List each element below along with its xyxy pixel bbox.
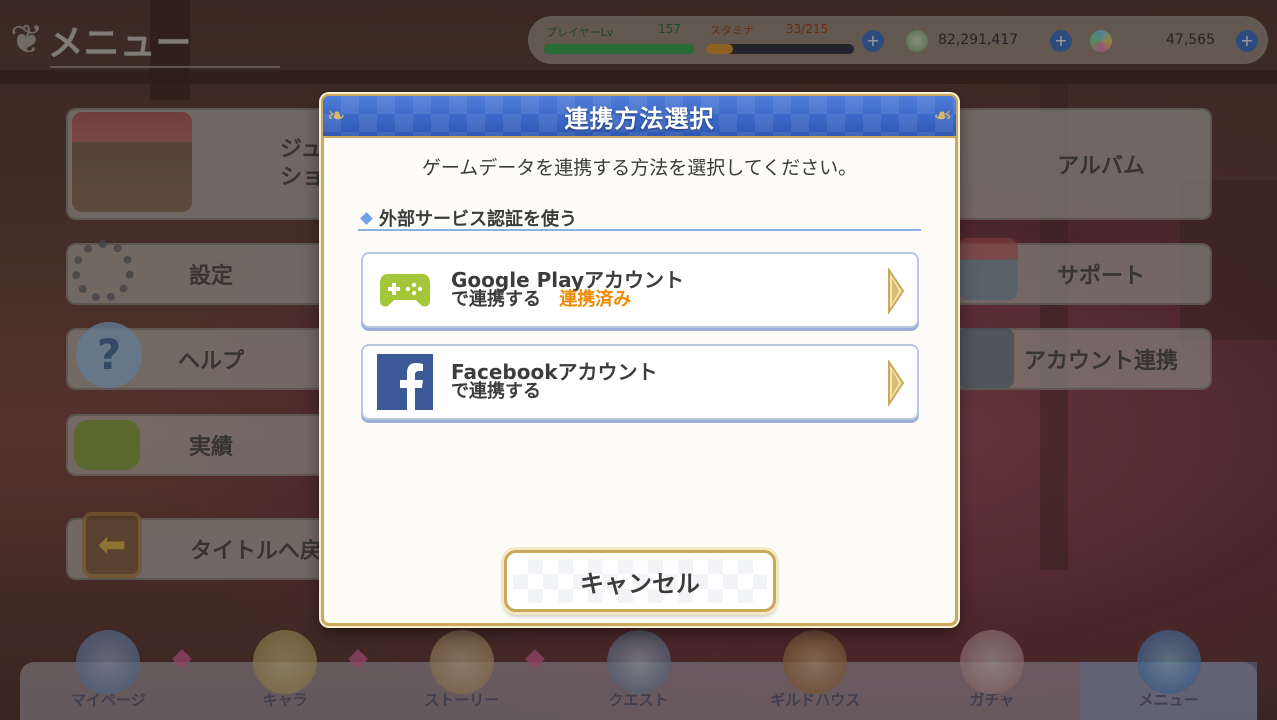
dialog-header: ❧ ❧ 連携方法選択 bbox=[321, 94, 958, 138]
section-divider bbox=[358, 229, 921, 231]
google-play-line2: で連携する bbox=[451, 289, 541, 310]
dialog-title: 連携方法選択 bbox=[564, 104, 715, 133]
chevron-right-icon bbox=[888, 268, 905, 314]
link-method-dialog: ❧ ❧ 連携方法選択 ゲームデータを連携する方法を選択してください。 外部サービ… bbox=[321, 94, 958, 626]
chevron-right-icon bbox=[888, 360, 905, 406]
facebook-text: Facebookアカウント で連携する bbox=[451, 362, 658, 402]
section-heading: 外部サービス認証を使う bbox=[360, 205, 577, 231]
google-play-games-icon bbox=[377, 262, 433, 318]
dialog-subtitle: ゲームデータを連携する方法を選択してください。 bbox=[421, 157, 858, 179]
facebook-link-button[interactable]: Facebookアカウント で連携する bbox=[361, 344, 919, 420]
cancel-button-label: キャンセル bbox=[580, 569, 700, 598]
facebook-icon bbox=[377, 354, 433, 410]
google-play-link-button[interactable]: Google Playアカウント で連携する 連携済み bbox=[361, 252, 919, 328]
bullet-diamond-icon bbox=[360, 211, 373, 225]
facebook-line1: Facebookアカウント bbox=[451, 360, 658, 384]
google-play-line1: Google Playアカウント bbox=[451, 268, 685, 292]
section-heading-text: 外部サービス認証を使う bbox=[379, 209, 577, 230]
google-play-text: Google Playアカウント で連携する 連携済み bbox=[451, 270, 684, 310]
linked-status-badge: 連携済み bbox=[559, 289, 632, 310]
facebook-line2: で連携する bbox=[451, 381, 541, 402]
google-play-line2-wrap: で連携する 連携済み bbox=[451, 290, 684, 310]
cancel-button[interactable]: キャンセル bbox=[504, 550, 776, 612]
